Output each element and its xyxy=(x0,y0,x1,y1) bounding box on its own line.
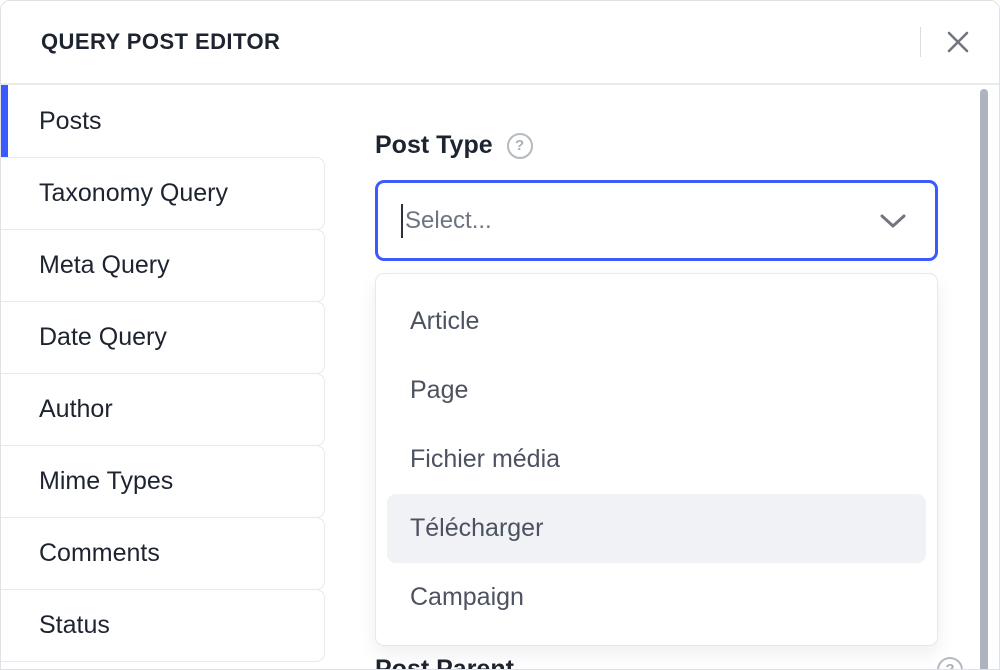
help-icon[interactable]: ? xyxy=(507,133,533,159)
header-divider xyxy=(920,27,921,57)
text-cursor xyxy=(401,204,403,238)
option-article[interactable]: Article xyxy=(376,287,937,356)
option-campaign[interactable]: Campaign xyxy=(376,563,937,632)
post-type-options-menu: Article Page Fichier média Télécharger C… xyxy=(375,273,938,646)
option-telecharger[interactable]: Télécharger xyxy=(387,494,926,563)
tab-author[interactable]: Author xyxy=(1,373,325,446)
post-type-select-placeholder: Select... xyxy=(405,207,879,235)
modal-title: QUERY POST EDITOR xyxy=(41,29,280,55)
tab-comments[interactable]: Comments xyxy=(1,517,325,590)
option-fichier-media[interactable]: Fichier média xyxy=(376,425,937,494)
close-icon xyxy=(945,29,971,55)
tab-panel-posts: Post Type ? Select... Article Page Fichi… xyxy=(325,85,999,669)
query-tabs-sidebar: Posts Taxonomy Query Meta Query Date Que… xyxy=(1,85,325,669)
tab-date-query[interactable]: Date Query xyxy=(1,301,325,374)
tab-status[interactable]: Status xyxy=(1,589,325,662)
post-parent-label-row: Post Parent ? xyxy=(375,655,963,670)
tab-meta-query[interactable]: Meta Query xyxy=(1,229,325,302)
header-actions xyxy=(920,1,977,83)
post-parent-label: Post Parent xyxy=(375,655,514,670)
help-icon[interactable]: ? xyxy=(937,657,963,670)
vertical-scrollbar[interactable] xyxy=(980,89,988,670)
modal-header: QUERY POST EDITOR xyxy=(1,1,999,85)
tab-mime-types[interactable]: Mime Types xyxy=(1,445,325,518)
tab-posts[interactable]: Posts xyxy=(1,85,325,158)
close-button[interactable] xyxy=(939,23,977,61)
post-type-label: Post Type xyxy=(375,131,493,160)
post-type-label-row: Post Type ? xyxy=(375,131,999,160)
modal-body: Posts Taxonomy Query Meta Query Date Que… xyxy=(1,85,999,669)
post-type-select[interactable]: Select... xyxy=(375,180,938,261)
tab-taxonomy-query[interactable]: Taxonomy Query xyxy=(1,157,325,230)
chevron-down-icon xyxy=(879,212,907,230)
query-post-editor-modal: QUERY POST EDITOR Posts Taxonomy Query M… xyxy=(0,0,1000,670)
option-page[interactable]: Page xyxy=(376,356,937,425)
